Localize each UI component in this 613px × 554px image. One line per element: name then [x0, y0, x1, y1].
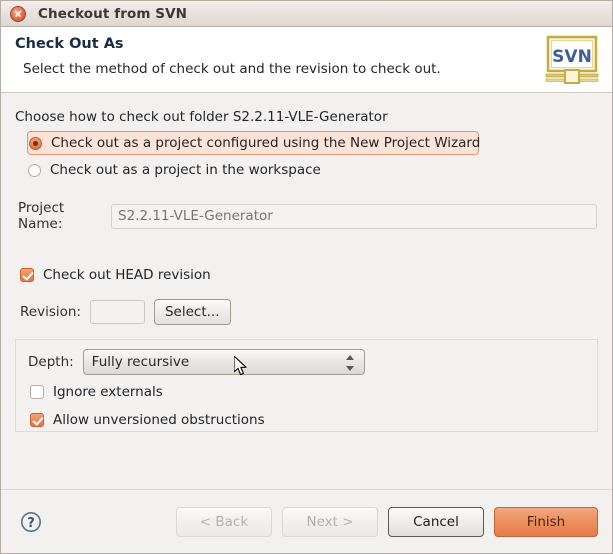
dialog-header: Check Out As Select the method of check … [1, 27, 612, 93]
allow-unversioned-label: Allow unversioned obstructions [53, 412, 265, 428]
project-name-label: Project Name: [18, 200, 65, 232]
dialog-body: Choose how to check out folder S2.2.11-V… [1, 93, 612, 489]
depth-label: Depth: [28, 354, 74, 370]
revision-input[interactable] [89, 300, 145, 324]
radio-option-label: Check out as a project in the workspace [50, 162, 321, 178]
select-revision-button[interactable]: Select... [153, 299, 231, 325]
depth-combobox[interactable]: Fully recursive [82, 349, 365, 375]
checkbox-unchecked-icon[interactable] [30, 385, 44, 399]
close-icon[interactable] [10, 5, 26, 22]
finish-button[interactable]: Finish [494, 506, 598, 537]
head-revision-label: Check out HEAD revision [43, 267, 211, 283]
revision-row: Revision: Select... [20, 299, 598, 325]
allow-unversioned-checkbox-row[interactable]: Allow unversioned obstructions [30, 410, 585, 430]
radio-selected-icon[interactable] [29, 136, 42, 150]
checkbox-checked-icon[interactable] [20, 268, 34, 282]
ignore-externals-label: Ignore externals [53, 384, 163, 400]
svg-text:SVN: SVN [552, 47, 592, 67]
ignore-externals-checkbox-row[interactable]: Ignore externals [30, 382, 585, 402]
next-button[interactable]: Next > [282, 506, 378, 537]
depth-row: Depth: Fully recursive [28, 349, 585, 375]
project-name-row: Project Name: [15, 200, 598, 232]
page-description: Select the method of check out and the r… [23, 61, 441, 77]
radio-option-workspace-project[interactable]: Check out as a project in the workspace [28, 159, 598, 181]
dialog-footer: ? < Back Next > Cancel Finish [1, 489, 612, 553]
svg-text:?: ? [27, 516, 35, 531]
checkbox-checked-icon[interactable] [30, 413, 44, 427]
depth-selected-value: Fully recursive [91, 354, 190, 370]
depth-group-box: Depth: Fully recursive Ignore externals … [15, 339, 598, 432]
cancel-button[interactable]: Cancel [388, 506, 484, 537]
page-title: Check Out As [15, 36, 124, 52]
radio-option-label: Check out as a project configured using … [51, 135, 481, 151]
chevron-updown-icon[interactable] [345, 354, 355, 372]
svn-logo-icon: SVN [545, 35, 599, 84]
project-name-input[interactable] [111, 203, 597, 229]
head-revision-checkbox-row[interactable]: Check out HEAD revision [20, 265, 598, 285]
radio-unselected-icon[interactable] [28, 163, 41, 177]
window-title: Checkout from SVN [38, 5, 188, 22]
checkout-dialog: Checkout from SVN Check Out As Select th… [0, 0, 613, 554]
back-button[interactable]: < Back [176, 506, 272, 537]
help-icon[interactable]: ? [20, 511, 42, 533]
revision-label: Revision: [20, 304, 81, 320]
checkout-prompt: Choose how to check out folder S2.2.11-V… [15, 109, 388, 125]
title-bar: Checkout from SVN [1, 1, 612, 27]
radio-option-new-project-wizard[interactable]: Check out as a project configured using … [27, 131, 481, 155]
